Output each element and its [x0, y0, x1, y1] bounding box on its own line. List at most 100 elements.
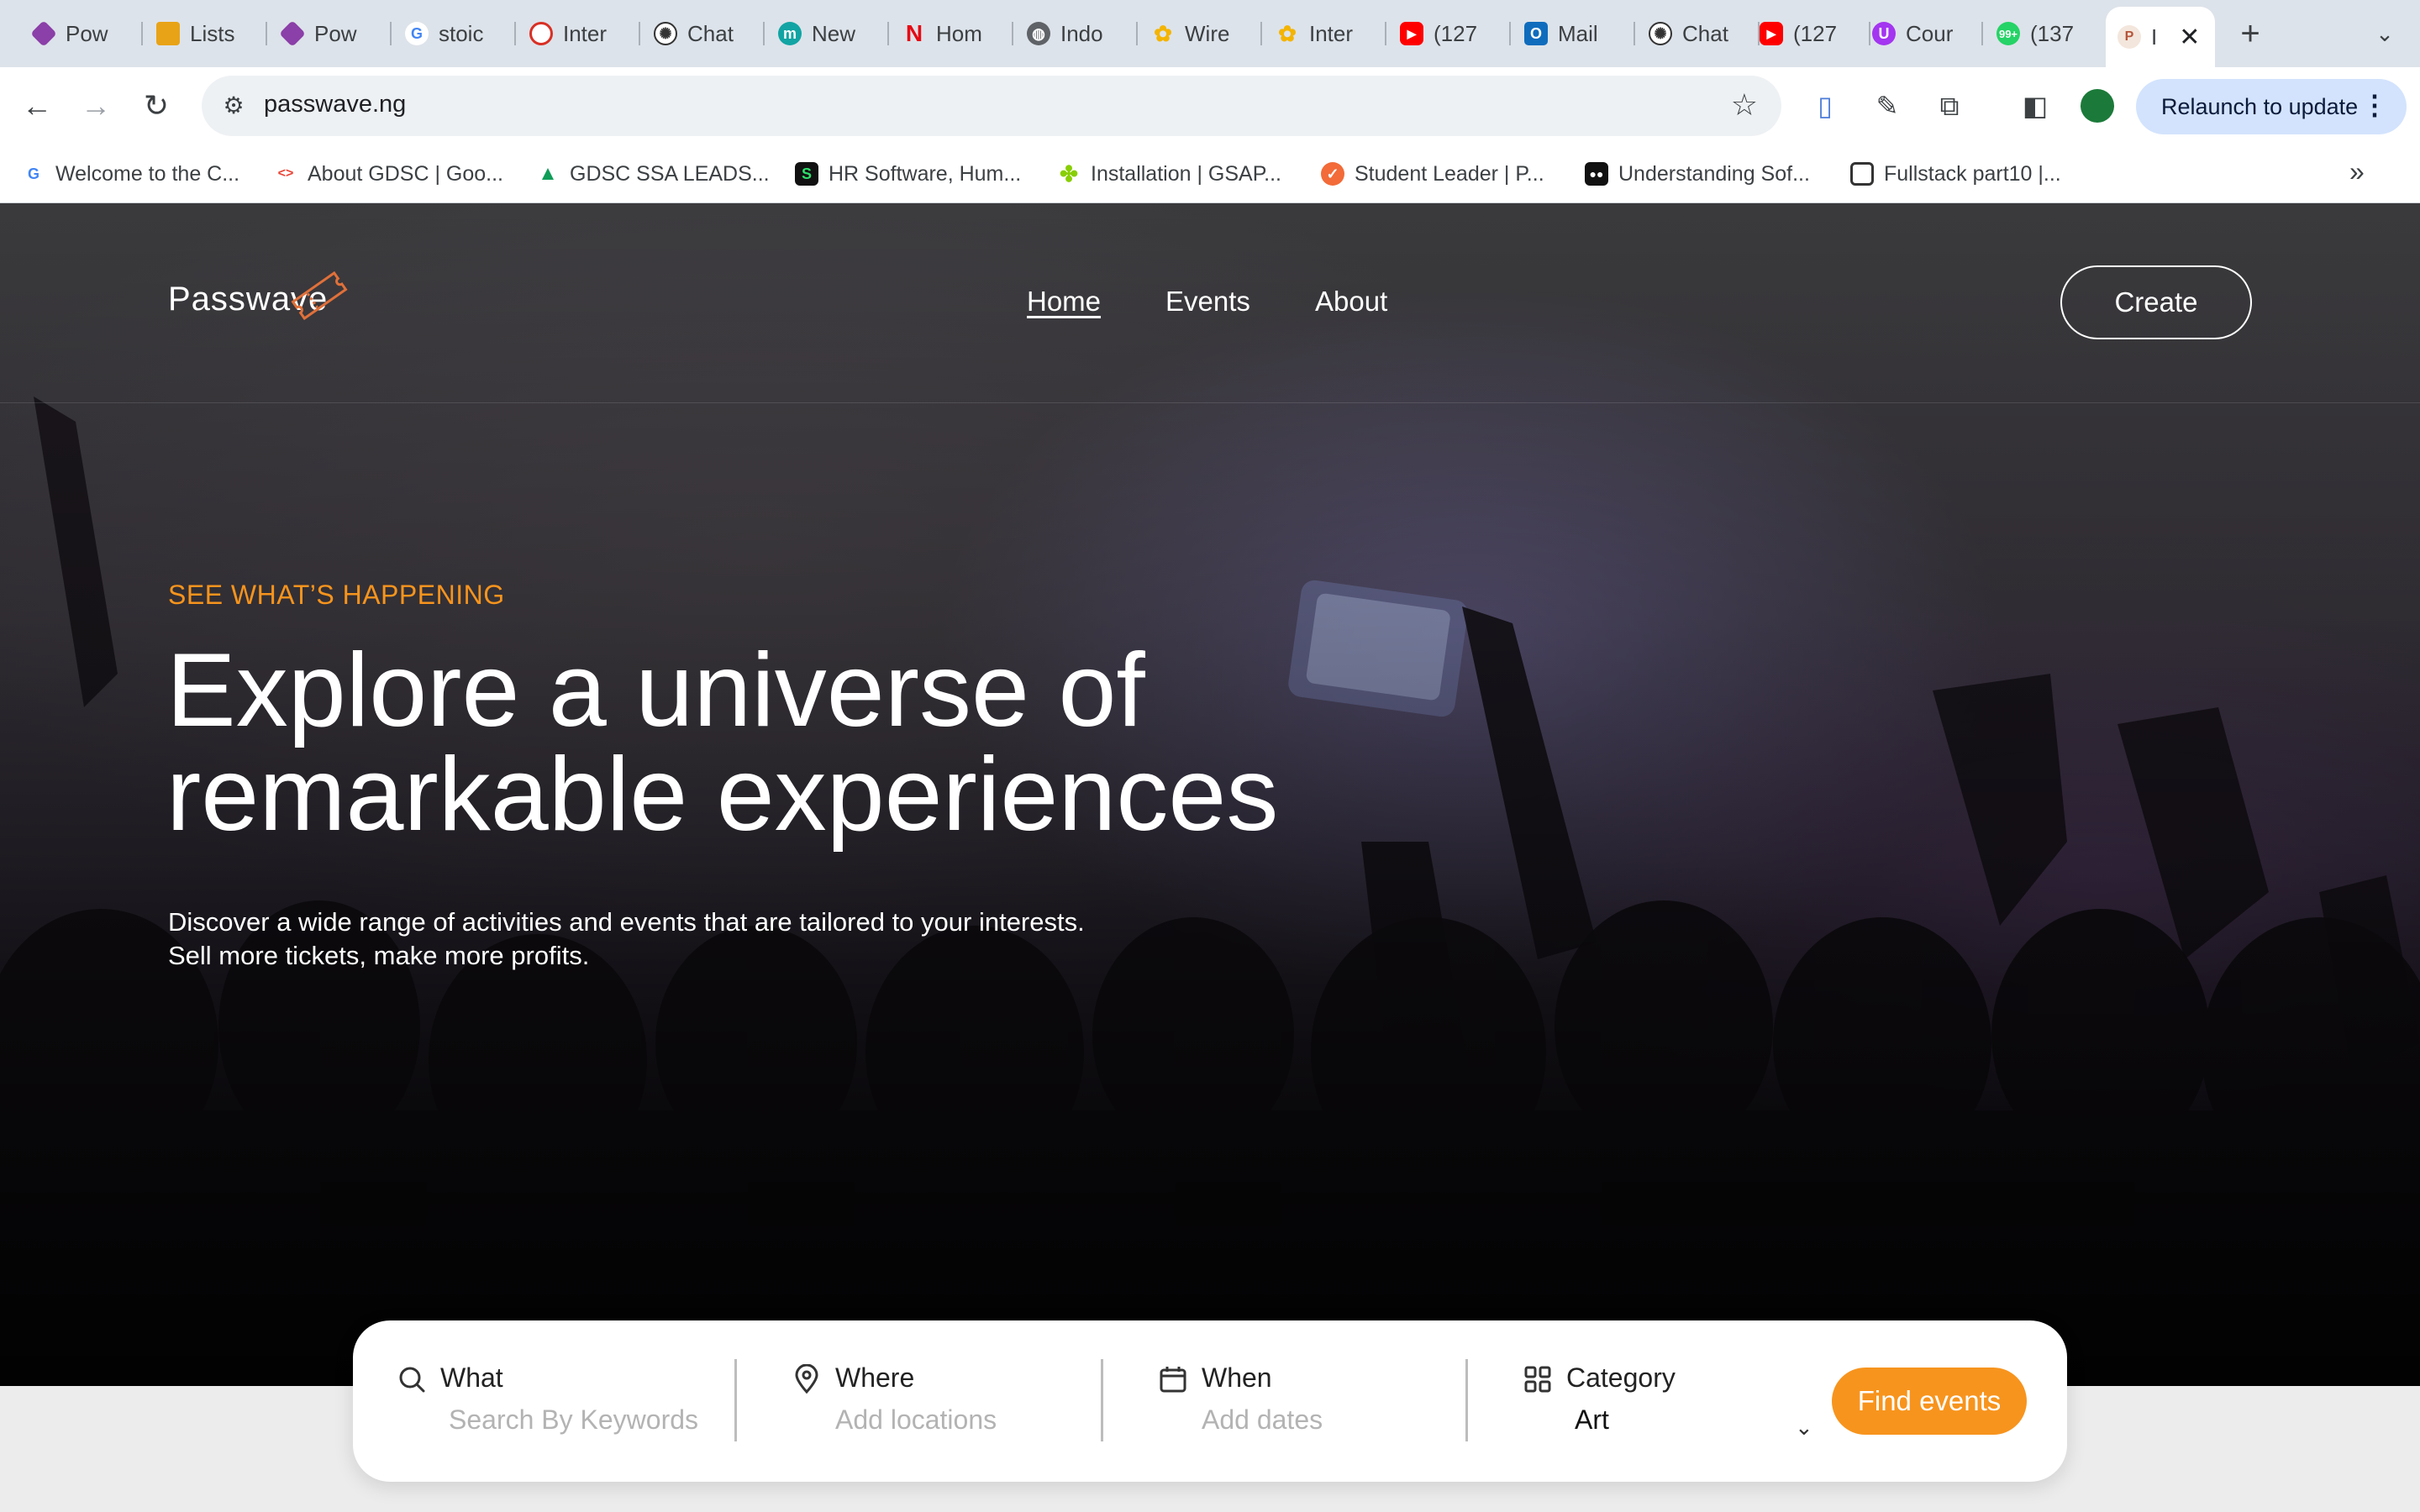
- browser-tab[interactable]: ✿ Inter: [1264, 10, 1386, 57]
- whatsapp-icon: 99+: [1996, 22, 2020, 45]
- browser-tab[interactable]: Lists: [145, 10, 267, 57]
- when-input[interactable]: Add dates: [1202, 1404, 1323, 1436]
- browser-tab[interactable]: ▶ (127: [1748, 10, 1870, 57]
- event-search-bar: What Search By Keywords Where Add locati…: [353, 1320, 2067, 1482]
- passwave-icon: P: [2118, 25, 2141, 49]
- tab-title: Inter: [1309, 20, 1354, 46]
- bookmarks-overflow-icon[interactable]: »: [2349, 156, 2365, 187]
- category-select[interactable]: Art: [1575, 1404, 1609, 1436]
- m-icon: m: [778, 22, 802, 45]
- page-icon: [1850, 162, 1874, 186]
- bookmark-label: Installation | GSAP...: [1091, 161, 1281, 186]
- what-input[interactable]: Search By Keywords: [449, 1404, 698, 1436]
- where-label: Where: [835, 1362, 915, 1393]
- relaunch-button[interactable]: Relaunch to update ⋮: [2136, 79, 2407, 134]
- openai-icon: ✺: [654, 22, 677, 45]
- where-field[interactable]: Where Add locations: [792, 1320, 1111, 1482]
- site-header: Passwave Home Events About Create: [0, 203, 2420, 403]
- bookmark-label: GDSC SSA LEADS...: [570, 161, 770, 186]
- category-field[interactable]: Category Art: [1523, 1320, 1825, 1482]
- bookmark-item[interactable]: G Welcome to the C...: [22, 158, 239, 190]
- bookmark-label: Fullstack part10 |...: [1884, 161, 2061, 186]
- browser-tab[interactable]: m New: [766, 10, 889, 57]
- nav-events[interactable]: Events: [1165, 286, 1250, 318]
- url-text[interactable]: passwave.ng: [264, 91, 406, 118]
- bookmark-label: Welcome to the C...: [55, 161, 240, 186]
- globe-icon: ◍: [1027, 22, 1050, 45]
- side-panel-icon[interactable]: ◧: [2017, 87, 2054, 124]
- medium-icon: ●●: [1585, 162, 1608, 186]
- chevron-down-icon[interactable]: ⌄: [1795, 1415, 1813, 1441]
- tab-title: Mail: [1558, 20, 1598, 46]
- when-label: When: [1202, 1362, 1272, 1393]
- gdsc-icon: <>: [277, 166, 294, 181]
- tab-title: Pow: [314, 20, 357, 46]
- bookmark-item[interactable]: ●● Understanding Sof...: [1585, 158, 1810, 190]
- bookmark-item[interactable]: ▲ GDSC SSA LEADS...: [536, 158, 770, 190]
- tab-search-icon[interactable]: ⌄: [2366, 15, 2403, 52]
- tab-title: Chat: [1682, 20, 1728, 46]
- extensions-puzzle-icon[interactable]: ⧉: [1931, 87, 1968, 124]
- browser-tab[interactable]: ✺ Chat: [642, 10, 765, 57]
- nav-about[interactable]: About: [1315, 286, 1387, 318]
- what-field[interactable]: What Search By Keywords: [397, 1320, 733, 1482]
- bookmark-star-icon[interactable]: ☆: [1731, 87, 1758, 123]
- nav-home[interactable]: Home: [1027, 286, 1101, 318]
- tab-title: Pow: [66, 20, 108, 46]
- relaunch-label: Relaunch to update: [2161, 93, 2359, 119]
- ticket-logo-icon: [291, 270, 348, 321]
- browser-tab[interactable]: O Mail: [1512, 10, 1635, 57]
- bookmark-item[interactable]: ✓ Student Leader | P...: [1321, 158, 1544, 190]
- what-label: What: [440, 1362, 503, 1393]
- tab-title: Wire: [1185, 20, 1230, 46]
- back-icon[interactable]: ←: [17, 86, 57, 126]
- reload-icon[interactable]: ↻: [136, 86, 176, 126]
- bookmark-label: Understanding Sof...: [1618, 161, 1810, 186]
- hero-subtext: Discover a wide range of activities and …: [168, 906, 1344, 973]
- where-input[interactable]: Add locations: [835, 1404, 997, 1436]
- address-bar[interactable]: ⚙ passwave.ng ☆: [202, 76, 1781, 136]
- youtube-icon: ▶: [1760, 22, 1783, 45]
- forward-icon[interactable]: →: [76, 86, 116, 126]
- udemy-icon: U: [1872, 22, 1896, 45]
- tab-title: Indo: [1060, 20, 1103, 46]
- figma-icon: ✿: [1278, 20, 1297, 46]
- site-settings-icon[interactable]: ⚙: [218, 91, 249, 121]
- browser-tab[interactable]: Pow: [20, 10, 143, 57]
- bookmark-item[interactable]: S HR Software, Hum...: [795, 158, 1021, 190]
- bookmark-item[interactable]: ✤ Installation | GSAP...: [1057, 158, 1281, 190]
- extension-icon[interactable]: ▯: [1807, 87, 1844, 124]
- find-events-button[interactable]: Find events: [1832, 1368, 2027, 1435]
- bookmark-item[interactable]: <> About GDSC | Goo...: [274, 158, 503, 190]
- tab-title: Hom: [936, 20, 982, 46]
- browser-tab[interactable]: G stoic: [393, 10, 516, 57]
- netflix-icon: N: [905, 20, 923, 46]
- bookmark-label: HR Software, Hum...: [829, 161, 1022, 186]
- subtext-line: Sell more tickets, make more profits.: [168, 941, 590, 970]
- search-icon: [399, 1367, 425, 1393]
- browser-tab[interactable]: N Hom: [891, 10, 1013, 57]
- browser-tab[interactable]: ▶ (127: [1388, 10, 1511, 57]
- when-field[interactable]: When Add dates: [1158, 1320, 1477, 1482]
- dashboard-icon: [529, 22, 553, 45]
- eyedropper-icon[interactable]: ✎: [1869, 87, 1906, 124]
- browser-tab[interactable]: ✿ Wire: [1139, 10, 1262, 57]
- tab-title: (127: [1434, 20, 1478, 46]
- browser-tab[interactable]: ◍ Indo: [1015, 10, 1138, 57]
- browser-tab[interactable]: U Cour: [1860, 10, 1983, 57]
- bookmark-item[interactable]: Fullstack part10 |...: [1850, 158, 2061, 190]
- tab-strip: Pow Lists Pow G stoic Inter ✺ Chat m New…: [0, 0, 2420, 67]
- create-button[interactable]: Create: [2060, 265, 2252, 339]
- powerapps-icon: [279, 20, 306, 47]
- browser-tab-active[interactable]: P I ✕: [2106, 7, 2215, 67]
- browser-tab[interactable]: Inter: [518, 10, 640, 57]
- drive-icon: ▲: [538, 162, 558, 185]
- browser-tab[interactable]: Pow: [269, 10, 392, 57]
- browser-tab[interactable]: ✺ Chat: [1637, 10, 1760, 57]
- browser-tab[interactable]: 99+ (137: [1985, 10, 2101, 57]
- new-tab-button[interactable]: +: [2232, 15, 2269, 52]
- profile-avatar[interactable]: [2081, 89, 2114, 123]
- bookmark-label: Student Leader | P...: [1355, 161, 1544, 186]
- close-tab-icon[interactable]: ✕: [2179, 23, 2200, 52]
- more-menu-icon[interactable]: ⋮: [2361, 89, 2388, 121]
